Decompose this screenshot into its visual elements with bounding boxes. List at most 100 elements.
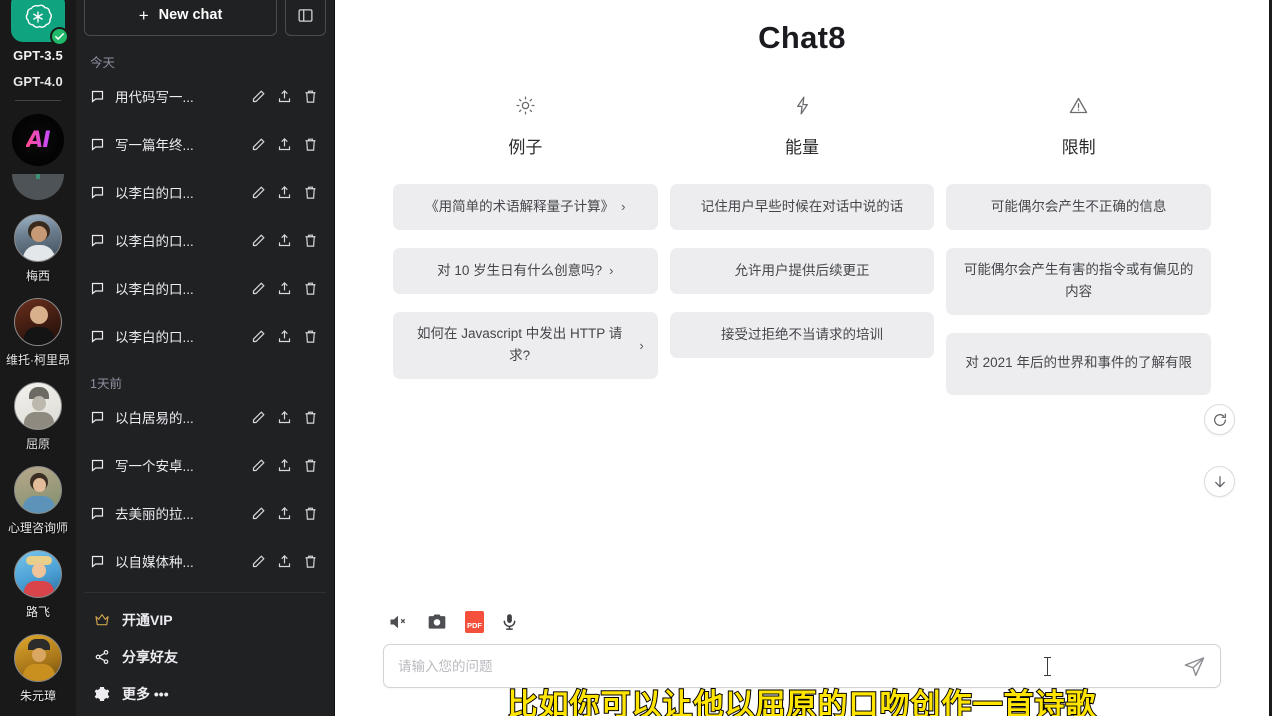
edit-icon[interactable] bbox=[251, 410, 266, 425]
model-gpt-35[interactable]: GPT-3.5 bbox=[0, 48, 76, 63]
edit-icon[interactable] bbox=[251, 329, 266, 344]
video-subtitle: 比如你可以让他以屈原的口吻创作一首诗歌 bbox=[507, 687, 1097, 716]
delete-icon[interactable] bbox=[303, 137, 318, 152]
edit-icon[interactable] bbox=[251, 89, 266, 104]
share-icon[interactable] bbox=[277, 137, 292, 152]
conversation-row[interactable]: 以自媒体种... bbox=[84, 544, 326, 578]
luffy-avatar bbox=[14, 550, 62, 598]
edit-icon[interactable] bbox=[251, 554, 266, 569]
edit-icon[interactable] bbox=[251, 458, 266, 473]
conversation-title: 以自媒体种... bbox=[115, 555, 194, 570]
pdf-icon[interactable]: PDF bbox=[465, 611, 484, 633]
conversation-list[interactable]: 今天 用代码写一... 写一篇年终... 以李白的口... 以李白的口... 以… bbox=[84, 46, 326, 592]
share-icon[interactable] bbox=[277, 185, 292, 200]
speaker-muted-icon[interactable] bbox=[387, 612, 409, 632]
pdf-icon-badge: PDF bbox=[465, 611, 484, 633]
capability-card[interactable]: 记住用户早些时候在对话中说的话 bbox=[669, 184, 935, 230]
conversation-row[interactable]: 以白居易的... bbox=[84, 400, 326, 434]
sidebar-item-label: 更多 ••• bbox=[122, 685, 169, 702]
chat-bubble-icon bbox=[90, 329, 106, 344]
app-root: GPT-3.5 GPT-4.0 AI 梅西 维托·柯里昂 屈原 心理咨询师 路飞… bbox=[0, 0, 1272, 716]
conversation-row[interactable]: 用代码写一... bbox=[84, 79, 326, 113]
chat-bubble-icon bbox=[90, 89, 106, 104]
arrow-down-icon[interactable] bbox=[1204, 466, 1235, 497]
delete-icon[interactable] bbox=[303, 185, 318, 200]
share-icon[interactable] bbox=[277, 458, 292, 473]
row-actions bbox=[251, 458, 322, 473]
sidebar-item-vip[interactable]: 开通VIP bbox=[84, 601, 326, 638]
edit-icon[interactable] bbox=[251, 233, 266, 248]
capability-card[interactable]: 允许用户提供后续更正 bbox=[669, 248, 935, 294]
warning-triangle-icon bbox=[1068, 94, 1089, 116]
quyuan-avatar bbox=[14, 382, 62, 430]
example-card[interactable]: 如何在 Javascript 中发出 HTTP 请求? › bbox=[393, 312, 658, 379]
sidebar-item-share-friends[interactable]: 分享好友 bbox=[84, 638, 326, 675]
conversation-row[interactable]: 以李白的口... bbox=[84, 271, 326, 305]
row-actions bbox=[251, 137, 322, 152]
limitation-card[interactable]: 对 2021 年后的世界和事件的了解有限 bbox=[946, 332, 1212, 395]
delete-icon[interactable] bbox=[303, 89, 318, 104]
model-gpt-40[interactable]: GPT-4.0 bbox=[0, 74, 76, 89]
delete-icon[interactable] bbox=[303, 410, 318, 425]
share-icon[interactable] bbox=[277, 410, 292, 425]
share-icon[interactable] bbox=[277, 554, 292, 569]
delete-icon[interactable] bbox=[303, 458, 318, 473]
delete-icon[interactable] bbox=[303, 329, 318, 344]
partial-avatar-scrolled[interactable] bbox=[12, 174, 64, 200]
persona-item-3[interactable]: 心理咨询师 bbox=[0, 466, 76, 536]
limitation-card[interactable]: 可能偶尔会产生不正确的信息 bbox=[946, 184, 1212, 230]
delete-icon[interactable] bbox=[303, 281, 318, 296]
edit-icon[interactable] bbox=[251, 185, 266, 200]
edit-icon[interactable] bbox=[251, 281, 266, 296]
conversation-title: 以李白的口... bbox=[115, 282, 194, 297]
pdf-icon-label: PDF bbox=[467, 621, 482, 630]
delete-icon[interactable] bbox=[303, 506, 318, 521]
row-actions bbox=[251, 554, 322, 569]
crown-icon bbox=[95, 613, 109, 625]
message-input[interactable] bbox=[398, 658, 1175, 674]
limitation-card[interactable]: 可能偶尔会产生有害的指令或有偏见的内容 bbox=[946, 248, 1212, 315]
camera-icon[interactable] bbox=[425, 612, 449, 632]
zhuyuanzhang-avatar bbox=[14, 634, 62, 682]
sidebar-item-more[interactable]: 更多 ••• bbox=[84, 675, 326, 712]
example-card[interactable]: 对 10 岁生日有什么创意吗? › bbox=[393, 248, 658, 294]
edit-icon[interactable] bbox=[251, 137, 266, 152]
conversation-row[interactable]: 写一个安卓... bbox=[84, 448, 326, 482]
capability-card[interactable]: 接受过拒绝不当请求的培训 bbox=[669, 312, 935, 358]
share-icon[interactable] bbox=[277, 329, 292, 344]
chat-bubble-icon bbox=[90, 410, 106, 425]
persona-item-5[interactable]: 朱元璋 bbox=[0, 634, 76, 704]
openai-logo-wrap[interactable] bbox=[11, 0, 69, 46]
persona-item-2[interactable]: 屈原 bbox=[0, 382, 76, 452]
chat-bubble-icon bbox=[90, 185, 106, 200]
column-title: 能量 bbox=[785, 138, 819, 157]
conversation-row[interactable]: 以李白的口... bbox=[84, 175, 326, 209]
conversation-row[interactable]: 以李白的口... bbox=[84, 223, 326, 257]
persona-item-1[interactable]: 维托·柯里昂 bbox=[0, 298, 76, 368]
share-icon[interactable] bbox=[277, 281, 292, 296]
delete-icon[interactable] bbox=[303, 554, 318, 569]
persona-rail-inner: GPT-3.5 GPT-4.0 AI 梅西 维托·柯里昂 屈原 心理咨询师 路飞… bbox=[0, 0, 76, 716]
persona-item-4[interactable]: 路飞 bbox=[0, 550, 76, 620]
share-icon[interactable] bbox=[277, 506, 292, 521]
persona-item-0[interactable]: 梅西 bbox=[0, 214, 76, 284]
share-icon[interactable] bbox=[277, 89, 292, 104]
panel-collapse-icon[interactable] bbox=[285, 0, 326, 36]
edit-icon[interactable] bbox=[251, 506, 266, 521]
share-icon[interactable] bbox=[277, 233, 292, 248]
delete-icon[interactable] bbox=[303, 233, 318, 248]
conversation-row[interactable]: 写一篇年终... bbox=[84, 127, 326, 161]
new-chat-button[interactable]: + New chat bbox=[84, 0, 277, 36]
conversation-title: 以李白的口... bbox=[115, 234, 194, 249]
persona-label: 心理咨询师 bbox=[7, 521, 68, 535]
conversation-row[interactable]: 去美丽的拉... bbox=[84, 496, 326, 530]
conversation-row[interactable]: 以李白的口... bbox=[84, 319, 326, 353]
ai-brand-logo[interactable]: AI bbox=[12, 114, 64, 166]
example-card[interactable]: 《用简单的术语解释量子计算》 › bbox=[393, 184, 658, 230]
page-title: Chat8 bbox=[758, 20, 846, 55]
group-label-yesterday: 1天前 bbox=[90, 377, 122, 391]
refresh-icon[interactable] bbox=[1204, 404, 1235, 435]
send-icon[interactable] bbox=[1183, 655, 1206, 678]
conversation-title: 以李白的口... bbox=[115, 186, 194, 201]
microphone-icon[interactable] bbox=[500, 611, 519, 633]
